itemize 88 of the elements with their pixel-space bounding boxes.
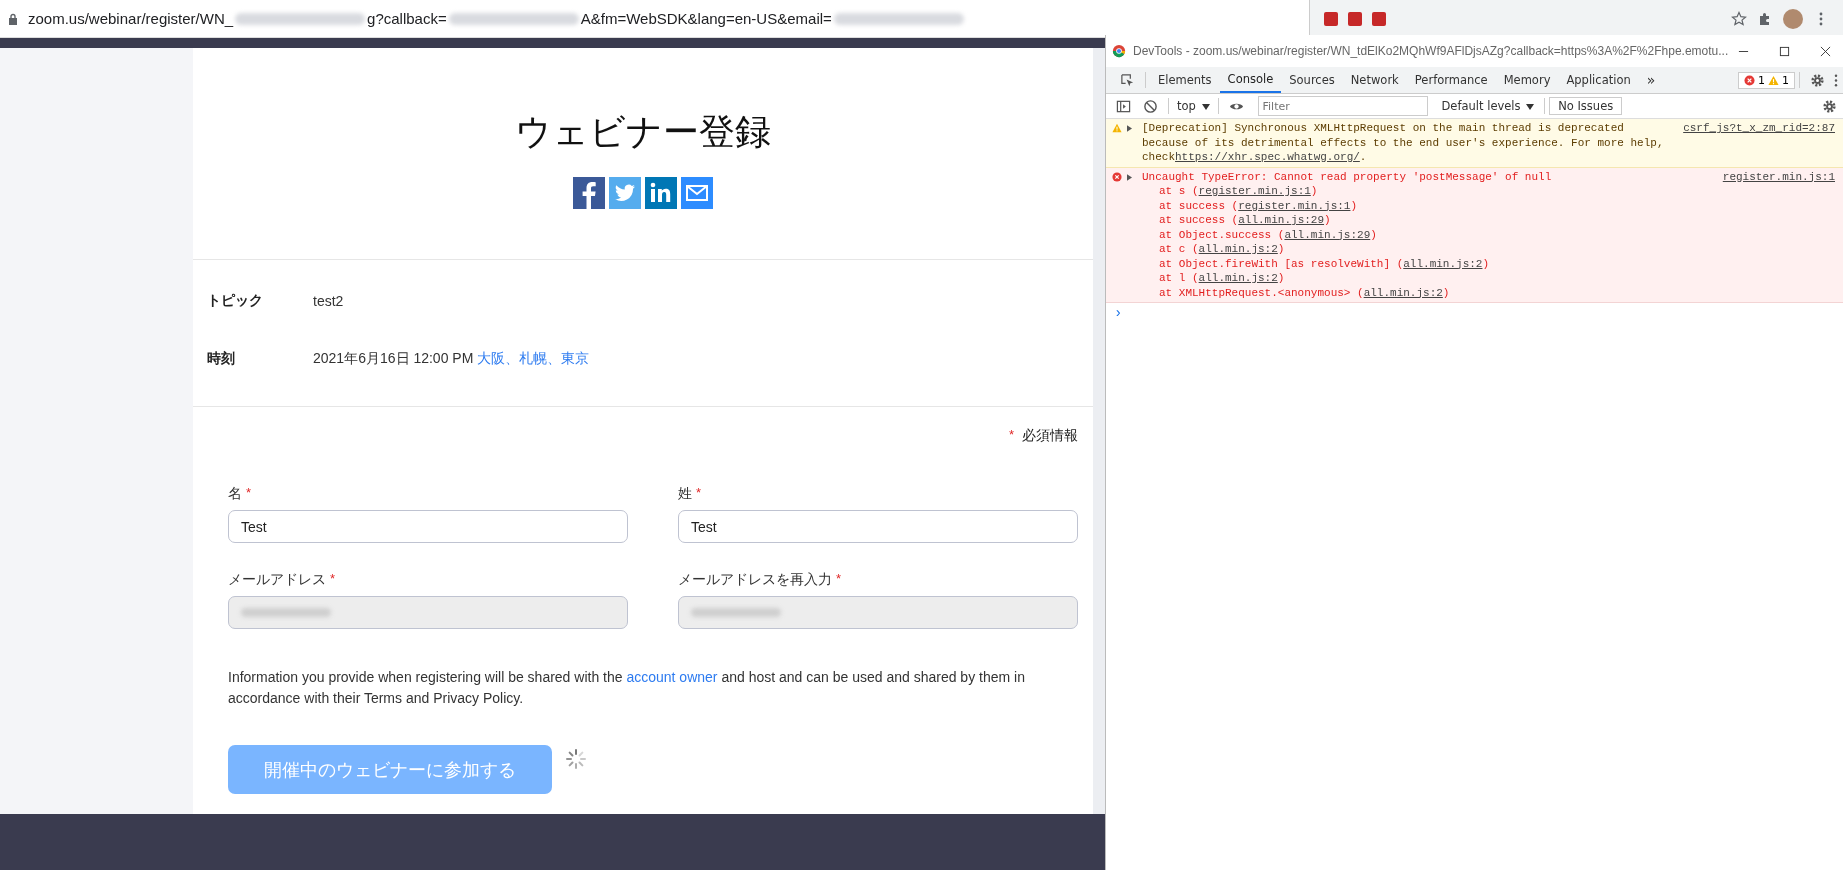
input-field[interactable] — [228, 596, 628, 629]
error-icon — [1744, 74, 1755, 86]
issues-button[interactable]: No Issues — [1549, 97, 1623, 115]
star-icon[interactable] — [1731, 11, 1747, 27]
field-label: 名 — [228, 485, 242, 503]
stack-frame: at success (all.min.js:29) — [1159, 213, 1835, 228]
stack-frame: at l (all.min.js:2) — [1159, 271, 1835, 286]
facebook-icon[interactable] — [573, 177, 605, 209]
source-link[interactable]: register.min.js:1 — [1238, 199, 1351, 212]
filter-field[interactable]: Filter — [1257, 96, 1428, 116]
linkedin-icon[interactable] — [645, 177, 677, 209]
devtools-tab[interactable]: Network — [1342, 67, 1407, 93]
required-asterisk: * — [246, 485, 252, 502]
window-title: DevTools - zoom.us/webinar/register/WN_tdElKo2MQhWf9AFlDjsAZg?callback=https%3A%2F%2Fhpe.emotu... — [1133, 44, 1729, 58]
error-icon — [1112, 171, 1122, 182]
required-asterisk: * — [836, 571, 842, 588]
caret-icon — [1201, 103, 1210, 110]
email-icon[interactable] — [681, 177, 713, 209]
avatar[interactable] — [1783, 9, 1803, 29]
detail-value: 2021年6月16日 12:00 PM — [313, 350, 474, 368]
required-note: 必須情報 — [1022, 427, 1078, 445]
settings-icon[interactable] — [1822, 98, 1837, 114]
clear-console-icon[interactable] — [1143, 98, 1158, 114]
source-link[interactable]: register.min.js:1 — [1722, 169, 1835, 184]
privacy-notice: Information you provide when registering will be shared with the account owner and host and can be used and shared by them in accordance with their Terms and Privacy Policy. — [228, 668, 1026, 708]
sidebar-toggle-icon[interactable] — [1116, 98, 1131, 114]
devtools-tab[interactable]: Memory — [1495, 67, 1559, 93]
required-asterisk: * — [330, 571, 336, 588]
console-prompt[interactable]: › — [1114, 305, 1123, 321]
source-link[interactable]: all.min.js:2 — [1403, 257, 1483, 270]
scrollbar[interactable] — [1093, 48, 1105, 814]
devtools-tab[interactable]: Elements — [1150, 67, 1220, 93]
console-message: [Deprecation] Synchronous XMLHttpRequest on the main thread is deprecated because of its detrimental effects to the end user's experience. For more help, checkhttps://xhr.spec.whatwg.org/. — [1142, 121, 1665, 165]
input-field[interactable] — [678, 596, 1078, 629]
expand-arrow-icon[interactable] — [1127, 173, 1132, 181]
source-link[interactable]: all.min.js:2 — [1198, 243, 1278, 255]
stack-frame: at Object.success (all.min.js:29) — [1159, 227, 1835, 242]
address-bar[interactable]: zoom.us/webinar/register/WN_ g?callback= A&fm=WebSDK&lang=en-US&email= — [0, 0, 1310, 38]
stack-frame: at s (register.min.js:1) — [1159, 184, 1835, 199]
warning-icon — [1112, 123, 1122, 133]
stack-frame: at Object.fireWith [as resolveWith] (all.min.js:2) — [1159, 256, 1835, 271]
url-text: g?callback= — [367, 10, 447, 27]
inspect-icon[interactable] — [1120, 72, 1135, 88]
input-field[interactable]: Test — [678, 510, 1078, 543]
stack-frame: at success (register.min.js:1) — [1159, 198, 1835, 213]
more-icon[interactable] — [1833, 72, 1839, 88]
source-link[interactable]: all.min.js:29 — [1238, 214, 1325, 226]
message-link[interactable]: https://xhr.spec.whatwg.org/ — [1175, 151, 1360, 163]
page-title: ウェビナー登録 — [514, 110, 772, 154]
devtools-tab[interactable]: Performance — [1406, 67, 1496, 93]
warning-icon — [1768, 74, 1779, 86]
devtools-tab[interactable]: Sources — [1281, 67, 1343, 93]
source-link[interactable]: all.min.js:29 — [1284, 228, 1371, 241]
required-asterisk: * — [1008, 427, 1014, 444]
devtools-tab[interactable]: Console — [1219, 67, 1282, 93]
detail-label: トピック — [207, 292, 264, 310]
lock-icon — [8, 12, 18, 25]
warning-count: 1 — [1782, 73, 1789, 87]
field-label: メールアドレスを再入力 — [678, 571, 832, 589]
close-icon[interactable] — [1820, 45, 1831, 57]
caret-icon — [1526, 103, 1535, 110]
devtools-tab[interactable]: Application — [1558, 67, 1639, 93]
settings-icon[interactable] — [1810, 72, 1825, 88]
input-field[interactable]: Test — [228, 510, 628, 543]
source-link[interactable]: register.min.js:1 — [1198, 185, 1311, 197]
stack-frame: at XMLHttpRequest.<anonymous> (all.min.js:2) — [1159, 285, 1835, 300]
expand-arrow-icon[interactable] — [1127, 125, 1132, 132]
error-count: 1 — [1758, 73, 1765, 87]
field-label: 姓 — [678, 485, 692, 503]
url-text: A&fm=WebSDK&lang=en-US&email= — [580, 10, 832, 27]
issue-counter[interactable]: 1 1 — [1738, 71, 1795, 89]
required-asterisk: * — [696, 485, 702, 502]
more-tabs-button[interactable]: » — [1638, 67, 1664, 93]
timezone-link[interactable]: 大阪、札幌、東京 — [477, 350, 590, 368]
account-owner-link[interactable]: account owner — [626, 669, 718, 685]
context-dropdown[interactable]: top — [1173, 99, 1214, 113]
source-link[interactable]: all.min.js:2 — [1198, 272, 1278, 284]
log-levels-dropdown[interactable]: Default levels — [1435, 99, 1541, 113]
chrome-icon — [1112, 44, 1126, 58]
maximize-icon[interactable] — [1779, 45, 1790, 57]
url-text: zoom.us/webinar/register/WN_ — [28, 10, 234, 27]
detail-label: 時刻 — [207, 350, 236, 368]
stack-frame: at c (all.min.js:2) — [1159, 242, 1835, 257]
console-message: Uncaught TypeError: Cannot read property 'postMessage' of null — [1142, 169, 1553, 184]
source-link[interactable]: csrf_js?t_x_zm_rid=2:87 — [1683, 121, 1835, 136]
field-label: メールアドレス — [228, 571, 326, 589]
source-link[interactable]: all.min.js:2 — [1363, 286, 1443, 299]
detail-value: test2 — [313, 293, 344, 309]
